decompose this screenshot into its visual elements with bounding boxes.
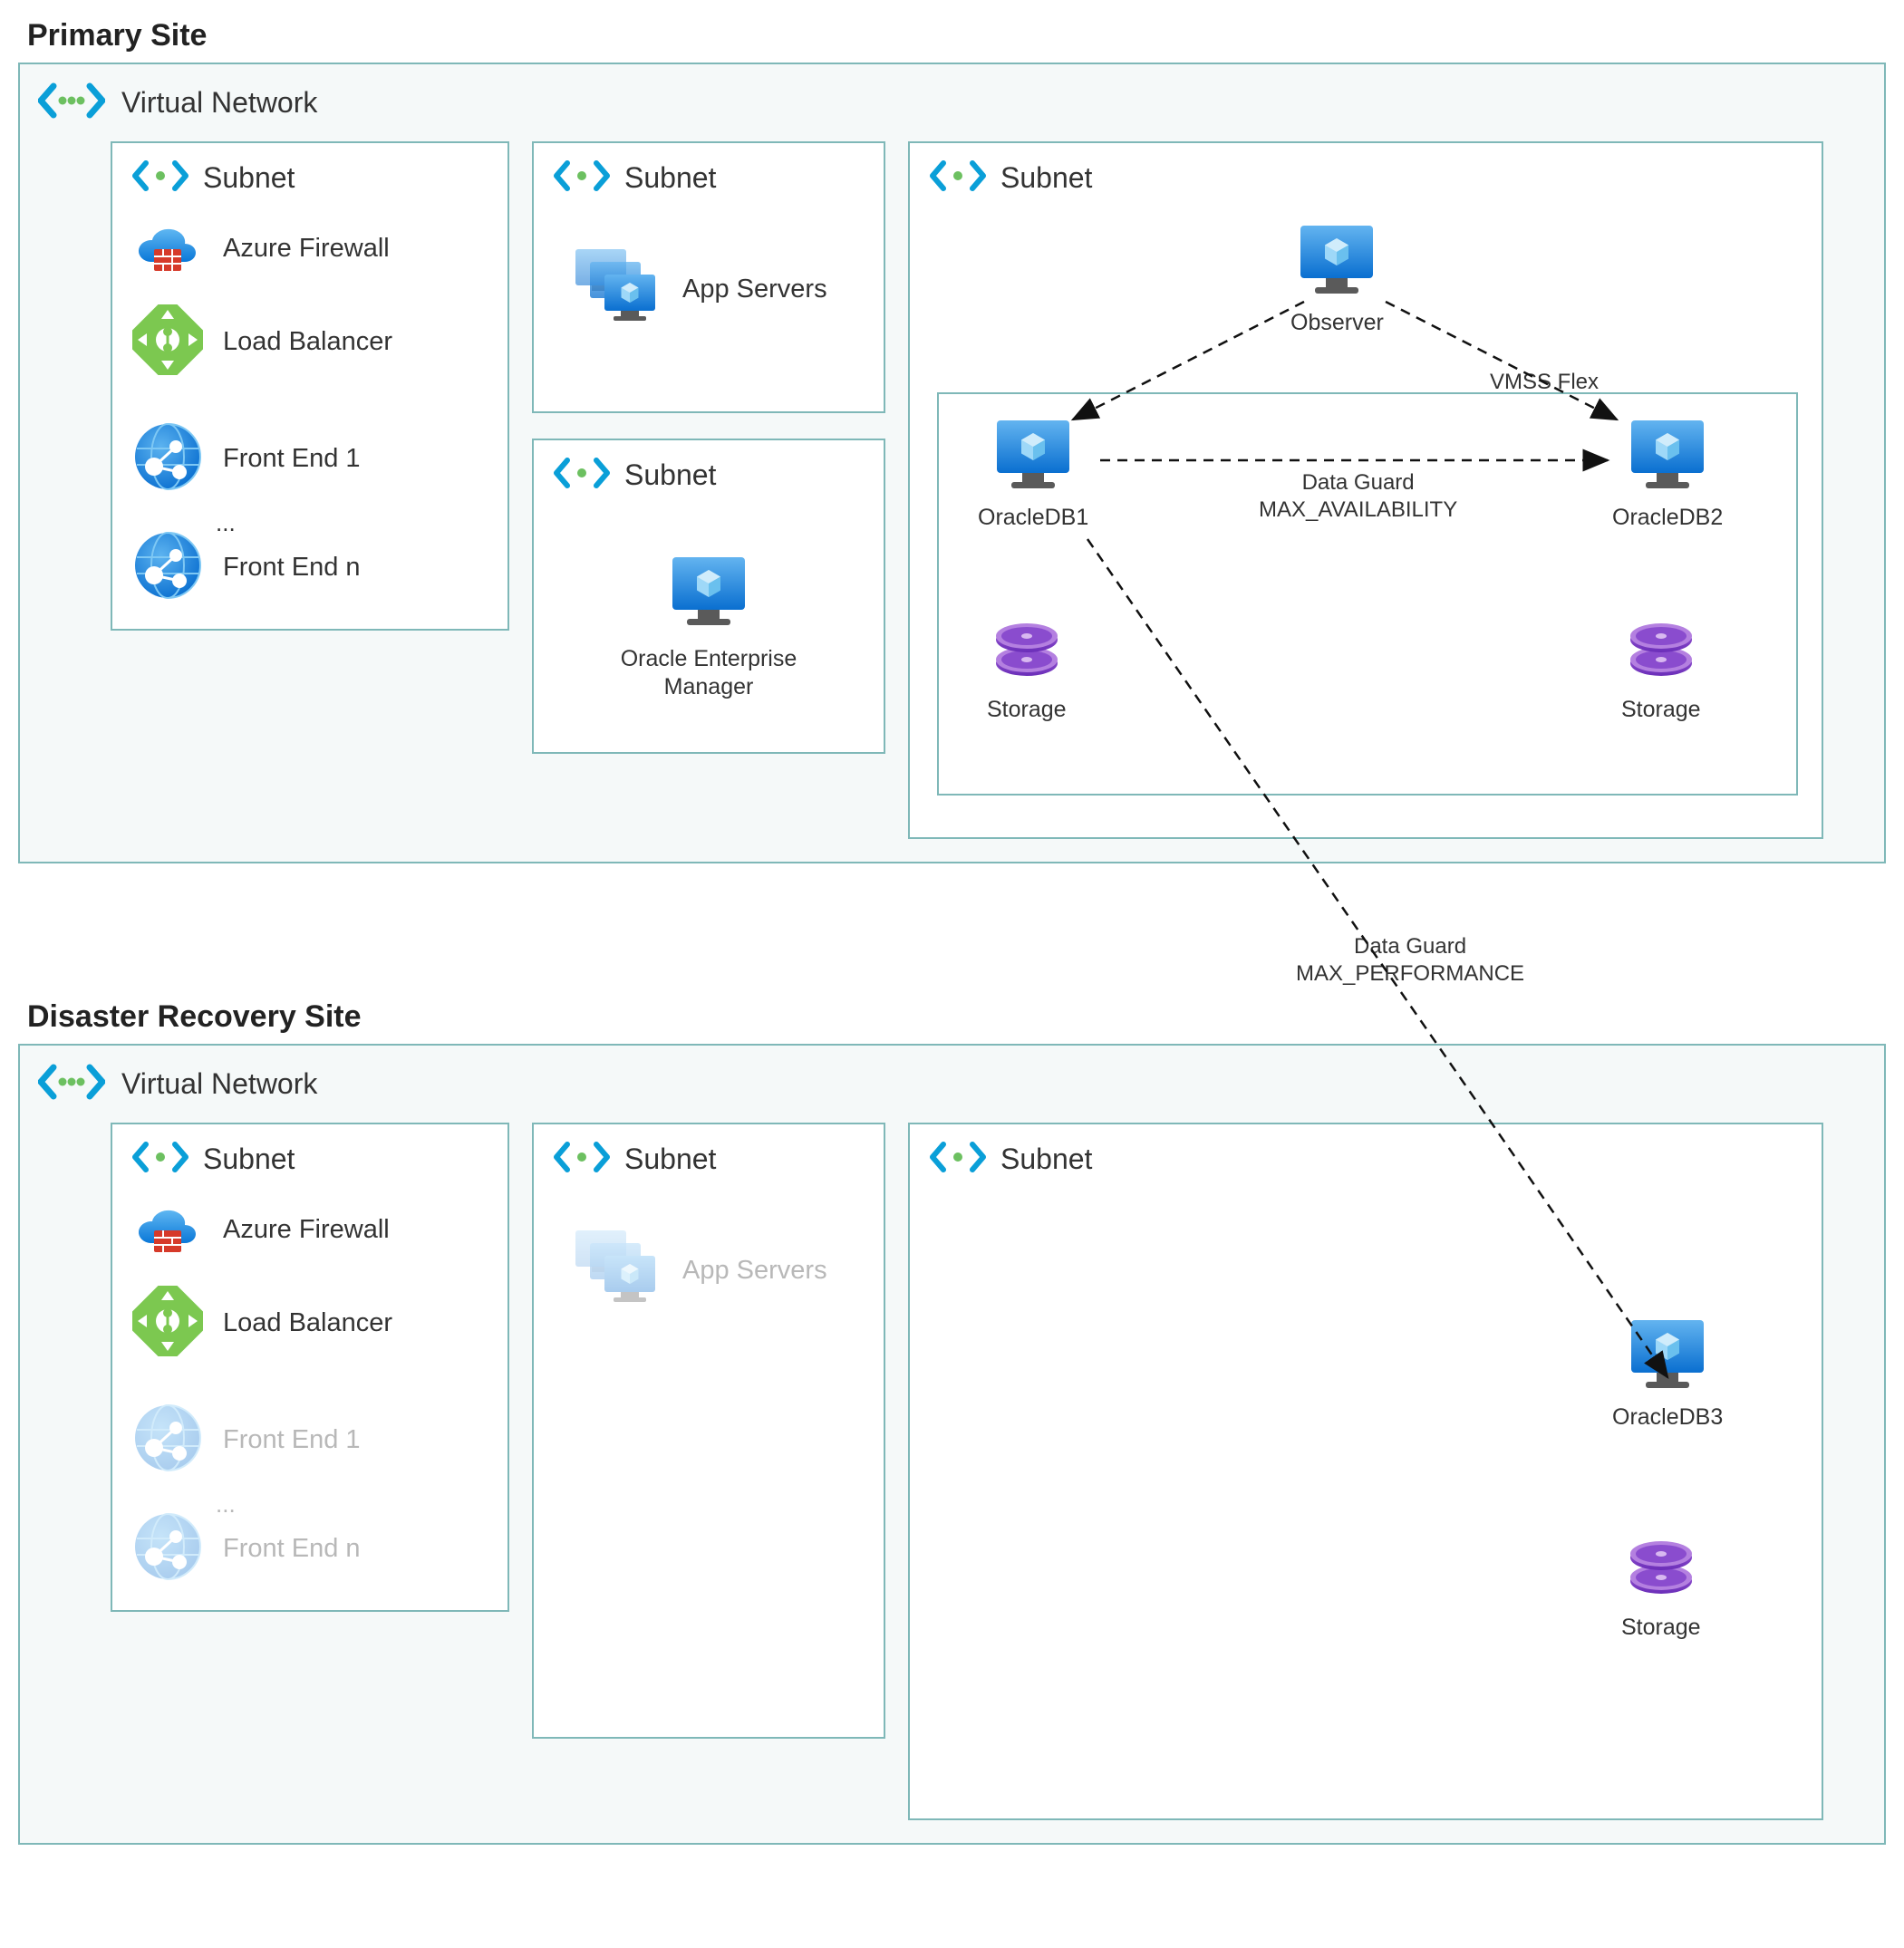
- subnet-label: Subnet: [624, 161, 716, 195]
- azure-firewall-icon: [132, 218, 203, 279]
- subnet-icon: [930, 156, 986, 200]
- primary-vnet-box: Virtual Network Subnet: [18, 63, 1886, 863]
- firewall-label: Azure Firewall: [223, 234, 390, 264]
- load-balancer-icon: [132, 304, 203, 380]
- subnet-label: Subnet: [624, 458, 716, 492]
- frontendn-label-faded: Front End n: [223, 1534, 361, 1564]
- dr-subnet-app-box: Subnet: [532, 1123, 885, 1739]
- primary-subnet-db-box: Subnet VMSS Flex: [908, 141, 1823, 839]
- oracledb2-node: OracleDB2: [1612, 415, 1723, 532]
- storage-label: Storage: [1621, 696, 1701, 724]
- vnet-icon: [38, 1059, 105, 1109]
- lb-label: Load Balancer: [223, 327, 392, 357]
- oem-label: Oracle Enterprise Manager: [609, 645, 808, 702]
- front-end-icon: [132, 530, 203, 605]
- data-guard-performance-label: Data Guard MAX_PERFORMANCE: [1296, 933, 1524, 988]
- dr-vnet-box: Virtual Network Subnet: [18, 1044, 1886, 1845]
- oracledb1-label: OracleDB1: [978, 504, 1088, 532]
- front-end-icon-faded: [132, 1511, 203, 1586]
- observer-node: Observer: [1290, 220, 1384, 337]
- azure-firewall-icon: [132, 1200, 203, 1260]
- subnet-icon: [930, 1137, 986, 1181]
- frontend1-label: Front End 1: [223, 444, 361, 474]
- app-servers-label-faded: App Servers: [682, 1256, 827, 1286]
- dr-vnet-label: Virtual Network: [121, 1067, 317, 1101]
- storage-label: Storage: [1621, 1614, 1701, 1642]
- primary-site-title: Primary Site: [18, 18, 1886, 53]
- dr-subnet-frontend-box: Subnet Azure Firewall: [111, 1123, 509, 1612]
- subnet-label: Subnet: [203, 161, 295, 195]
- subnet-icon: [132, 156, 188, 200]
- lb-label: Load Balancer: [223, 1308, 392, 1338]
- data-guard-availability-label: Data Guard MAX_AVAILABILITY: [1259, 469, 1457, 524]
- frontendn-label: Front End n: [223, 553, 361, 583]
- dr-site-title: Disaster Recovery Site: [18, 999, 1886, 1035]
- dr-subnet-db-box: Subnet OracleDB3: [908, 1123, 1823, 1820]
- observer-label: Observer: [1290, 309, 1384, 337]
- vmss-label: VMSS Flex: [1490, 370, 1599, 395]
- subnet-label: Subnet: [1000, 1143, 1092, 1176]
- subnet-icon: [554, 156, 610, 200]
- primary-subnet-app-box: Subnet: [532, 141, 885, 413]
- primary-subnet-oem-box: Subnet: [532, 439, 885, 754]
- app-servers-label: App Servers: [682, 275, 827, 304]
- storage3-node: Storage: [1621, 1532, 1701, 1642]
- oracledb1-node: OracleDB1: [978, 415, 1088, 532]
- subnet-icon: [554, 453, 610, 497]
- storage-label: Storage: [987, 696, 1067, 724]
- load-balancer-icon: [132, 1286, 203, 1361]
- oracledb3-label: OracleDB3: [1612, 1403, 1723, 1432]
- storage2-node: Storage: [1621, 614, 1701, 724]
- vm-icon: [663, 552, 754, 640]
- front-end-icon-faded: [132, 1403, 203, 1478]
- subnet-label: Subnet: [203, 1143, 295, 1176]
- primary-subnet-frontend-box: Subnet Azure Firewall: [111, 141, 509, 631]
- app-servers-icon-faded: [572, 1227, 662, 1315]
- subnet-label: Subnet: [624, 1143, 716, 1176]
- firewall-label: Azure Firewall: [223, 1215, 390, 1245]
- vnet-icon: [38, 78, 105, 128]
- oracledb2-label: OracleDB2: [1612, 504, 1723, 532]
- subnet-icon: [132, 1137, 188, 1181]
- oracledb3-node: OracleDB3: [1612, 1315, 1723, 1432]
- storage1-node: Storage: [987, 614, 1067, 724]
- subnet-label: Subnet: [1000, 161, 1092, 195]
- primary-vnet-label: Virtual Network: [121, 86, 317, 120]
- front-end-icon: [132, 421, 203, 497]
- app-servers-icon: [572, 246, 662, 333]
- subnet-icon: [554, 1137, 610, 1181]
- frontend1-label-faded: Front End 1: [223, 1425, 361, 1455]
